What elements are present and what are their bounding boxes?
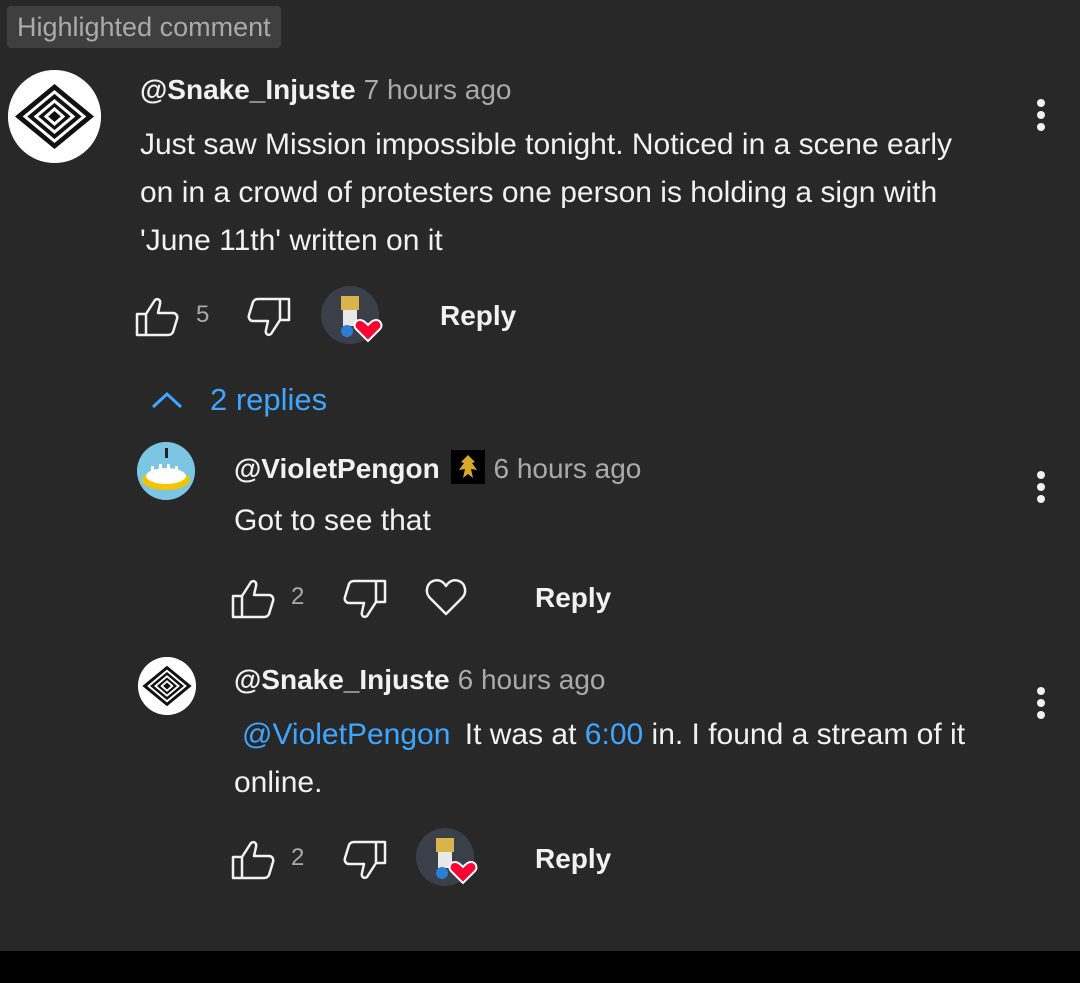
comment-author[interactable]: @Snake_Injuste 7 hours ago	[140, 74, 512, 106]
reply-time[interactable]: 6 hours ago	[493, 453, 641, 484]
maze-logo-icon	[8, 70, 101, 163]
avatar[interactable]	[8, 70, 101, 163]
more-options-button[interactable]	[1031, 96, 1051, 140]
creator-heart-avatar	[320, 286, 384, 346]
dislike-button[interactable]	[342, 578, 388, 620]
reply-button[interactable]: Reply	[440, 300, 516, 332]
reply-text: Got to see that	[234, 504, 431, 537]
creator-heart-icon	[416, 828, 478, 886]
dislike-button[interactable]	[342, 839, 388, 881]
reply-time[interactable]: 6 hours ago	[458, 664, 606, 695]
thumbs-down-icon	[343, 579, 387, 619]
mention-link[interactable]: @VioletPengon	[242, 718, 450, 751]
author-name[interactable]: @VioletPengon	[234, 453, 440, 484]
chevron-up-icon	[151, 391, 183, 409]
like-button[interactable]	[134, 296, 180, 338]
heart-button[interactable]	[424, 576, 468, 618]
reply-text-part: It was at	[464, 718, 577, 751]
more-options-button[interactable]	[1031, 468, 1051, 512]
reply-author[interactable]: @VioletPengon 6 hours ago	[234, 450, 641, 491]
author-name[interactable]: @Snake_Injuste	[234, 664, 450, 695]
avatar[interactable]	[138, 657, 196, 715]
like-button[interactable]	[230, 839, 276, 881]
reply-button[interactable]: Reply	[535, 582, 611, 614]
creator-heart-avatar	[415, 828, 479, 888]
cake-avatar-icon	[137, 442, 195, 500]
thumbs-down-icon	[247, 297, 291, 337]
thumbs-down-icon	[343, 840, 387, 880]
member-badge-icon	[451, 450, 486, 491]
timestamp-link[interactable]: 6:00	[585, 718, 643, 751]
thumbs-up-icon	[231, 840, 275, 880]
heart-outline-icon	[425, 578, 467, 616]
dislike-button[interactable]	[246, 296, 292, 338]
creator-heart-icon	[321, 286, 383, 344]
more-options-button[interactable]	[1031, 684, 1051, 728]
maze-logo-icon	[138, 657, 196, 715]
thumbs-up-icon	[231, 579, 275, 619]
like-count: 2	[291, 583, 305, 610]
bottom-bar	[0, 951, 1080, 983]
reply-button[interactable]: Reply	[535, 843, 611, 875]
author-name[interactable]: @Snake_Injuste	[140, 74, 356, 105]
like-button[interactable]	[230, 578, 276, 620]
avatar[interactable]	[137, 442, 195, 500]
comment-text: Just saw Mission impossible tonight. Not…	[140, 128, 953, 257]
highlighted-comment-badge: Highlighted comment	[7, 6, 281, 48]
thumbs-up-icon	[135, 297, 179, 337]
like-count: 2	[291, 844, 305, 871]
replies-count-label[interactable]: 2 replies	[210, 382, 327, 418]
reply-author[interactable]: @Snake_Injuste 6 hours ago	[234, 664, 606, 696]
comment-time[interactable]: 7 hours ago	[364, 74, 512, 105]
reply-text: @VioletPengon It was at 6:00 in. I found…	[234, 711, 994, 807]
like-count: 5	[196, 301, 210, 328]
